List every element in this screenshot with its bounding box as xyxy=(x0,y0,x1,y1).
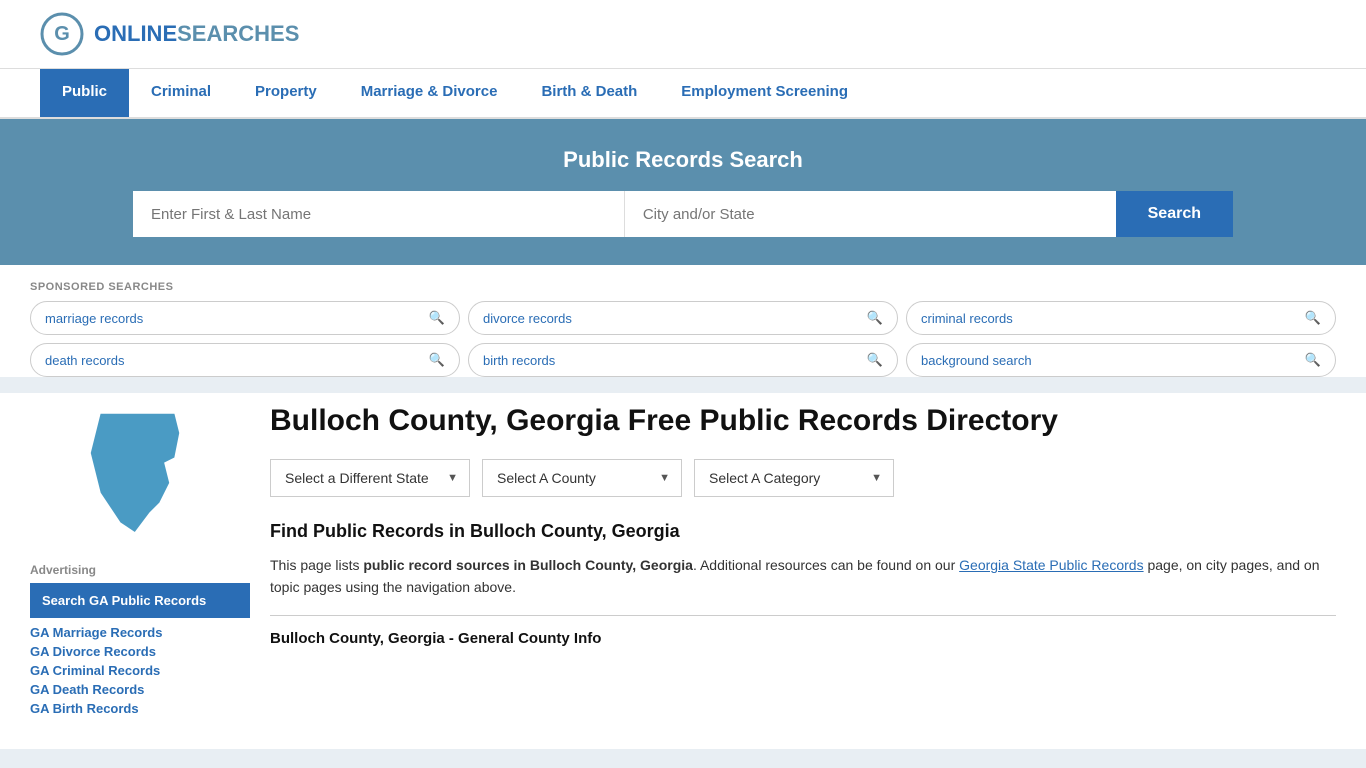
search-icon: 🔍 xyxy=(1305,310,1321,326)
ad-link-divorce[interactable]: GA Divorce Records xyxy=(30,644,156,659)
tag-label: background search xyxy=(921,353,1032,368)
county-dropdown-wrapper: Select A County xyxy=(482,459,682,497)
find-text: This page lists public record sources in… xyxy=(270,554,1336,599)
state-map xyxy=(30,403,250,543)
search-icon: 🔍 xyxy=(1305,352,1321,368)
find-text-2: . Additional resources can be found on o… xyxy=(693,557,959,573)
find-text-bold: public record sources in Bulloch County,… xyxy=(363,557,693,573)
left-sidebar: Advertising Search GA Public Records GA … xyxy=(30,403,250,719)
search-icon: 🔍 xyxy=(867,310,883,326)
search-icon: 🔍 xyxy=(429,352,445,368)
tag-label: birth records xyxy=(483,353,555,368)
search-form: Search xyxy=(133,191,1233,237)
search-icon: 🔍 xyxy=(429,310,445,326)
svg-text:G: G xyxy=(54,23,70,45)
sponsored-section: SPONSORED SEARCHES marriage records 🔍 di… xyxy=(30,281,1336,377)
find-title: Find Public Records in Bulloch County, G… xyxy=(270,521,1336,542)
page-body: Advertising Search GA Public Records GA … xyxy=(30,403,1336,719)
category-dropdown[interactable]: Select A Category xyxy=(694,459,894,497)
name-input[interactable] xyxy=(133,191,625,237)
site-header: G ONLINESEARCHES xyxy=(0,0,1366,69)
list-item: GA Birth Records xyxy=(30,700,250,716)
search-banner: Public Records Search Search xyxy=(0,119,1366,265)
tag-label: criminal records xyxy=(921,311,1013,326)
ad-link-birth[interactable]: GA Birth Records xyxy=(30,701,139,716)
logo[interactable]: G ONLINESEARCHES xyxy=(40,12,299,56)
sponsored-label: SPONSORED SEARCHES xyxy=(30,281,1336,293)
find-text-1: This page lists xyxy=(270,557,363,573)
right-content: Bulloch County, Georgia Free Public Reco… xyxy=(270,403,1336,719)
tag-birth-records[interactable]: birth records 🔍 xyxy=(468,343,898,377)
ad-links-list: GA Marriage Records GA Divorce Records G… xyxy=(30,624,250,716)
nav-item-criminal[interactable]: Criminal xyxy=(129,69,233,117)
ad-link-marriage[interactable]: GA Marriage Records xyxy=(30,625,162,640)
list-item: GA Criminal Records xyxy=(30,662,250,678)
tag-label: marriage records xyxy=(45,311,143,326)
nav-item-public[interactable]: Public xyxy=(40,69,129,117)
nav-item-marriage-divorce[interactable]: Marriage & Divorce xyxy=(339,69,520,117)
nav-item-employment[interactable]: Employment Screening xyxy=(659,69,870,117)
page-title: Bulloch County, Georgia Free Public Reco… xyxy=(270,403,1336,439)
general-info-title: Bulloch County, Georgia - General County… xyxy=(270,630,1336,647)
ad-link-death[interactable]: GA Death Records xyxy=(30,682,144,697)
search-button[interactable]: Search xyxy=(1116,191,1233,237)
ad-box: Advertising Search GA Public Records GA … xyxy=(30,563,250,716)
ad-main-link[interactable]: Search GA Public Records xyxy=(30,583,250,618)
list-item: GA Marriage Records xyxy=(30,624,250,640)
county-dropdown[interactable]: Select A County xyxy=(482,459,682,497)
list-item: GA Death Records xyxy=(30,681,250,697)
main-nav: Public Criminal Property Marriage & Divo… xyxy=(0,69,1366,119)
tag-marriage-records[interactable]: marriage records 🔍 xyxy=(30,301,460,335)
search-icon: 🔍 xyxy=(867,352,883,368)
dropdowns-row: Select a Different State Select A County… xyxy=(270,459,1336,497)
logo-icon: G xyxy=(40,12,84,56)
tag-background-search[interactable]: background search 🔍 xyxy=(906,343,1336,377)
georgia-state-link[interactable]: Georgia State Public Records xyxy=(959,557,1143,573)
tag-divorce-records[interactable]: divorce records 🔍 xyxy=(468,301,898,335)
banner-title: Public Records Search xyxy=(40,147,1326,173)
georgia-map-svg xyxy=(80,403,200,543)
state-dropdown[interactable]: Select a Different State xyxy=(270,459,470,497)
list-item: GA Divorce Records xyxy=(30,643,250,659)
tag-label: death records xyxy=(45,353,125,368)
tag-criminal-records[interactable]: criminal records 🔍 xyxy=(906,301,1336,335)
state-dropdown-wrapper: Select a Different State xyxy=(270,459,470,497)
sponsored-tags-grid: marriage records 🔍 divorce records 🔍 cri… xyxy=(30,301,1336,377)
location-input[interactable] xyxy=(625,191,1116,237)
logo-text: ONLINESEARCHES xyxy=(94,21,299,47)
category-dropdown-wrapper: Select A Category xyxy=(694,459,894,497)
tag-death-records[interactable]: death records 🔍 xyxy=(30,343,460,377)
nav-item-property[interactable]: Property xyxy=(233,69,339,117)
tag-label: divorce records xyxy=(483,311,572,326)
section-divider xyxy=(270,615,1336,616)
ad-label: Advertising xyxy=(30,563,250,577)
nav-item-birth-death[interactable]: Birth & Death xyxy=(519,69,659,117)
ad-link-criminal[interactable]: GA Criminal Records xyxy=(30,663,160,678)
